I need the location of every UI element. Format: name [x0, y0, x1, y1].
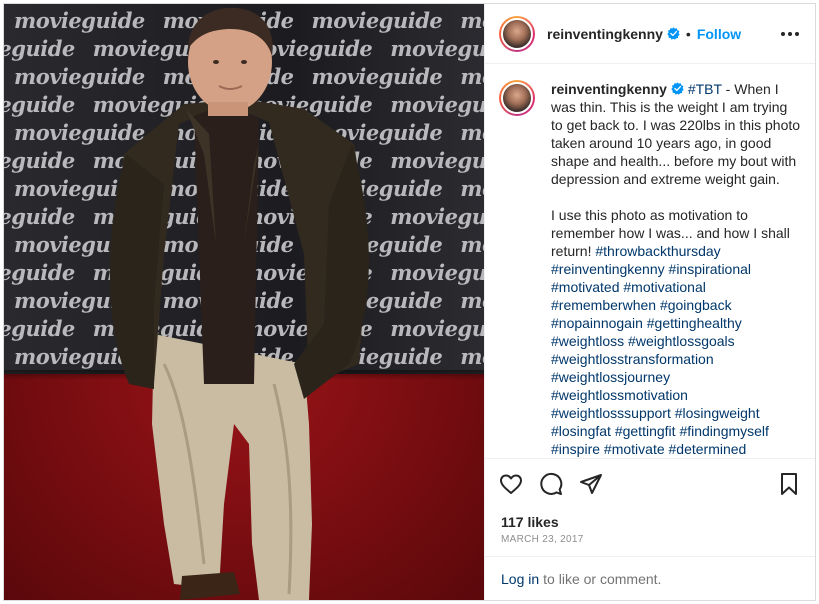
hashtag-link[interactable]: #findingmyself [679, 423, 769, 439]
post-date: MARCH 23, 2017 [501, 534, 584, 545]
hashtag-link[interactable]: #inspirational [669, 261, 752, 277]
hashtag-link[interactable]: #weightlossgoals [628, 333, 735, 349]
hashtag-link[interactable]: #rememberwhen [551, 297, 656, 313]
hashtag-link[interactable]: #weightlosstransformation [551, 351, 714, 367]
caption-username-link[interactable]: reinventingkenny [551, 81, 667, 97]
hashtag-link[interactable]: #losingfat [551, 423, 611, 439]
hashtag-link[interactable]: #motivate [604, 441, 665, 457]
hashtag-link[interactable]: #motivated [551, 279, 619, 295]
caption-text: reinventingkenny #TBT - When I was thin.… [551, 80, 801, 458]
post-side-panel: reinventingkenny • Follow reinventingken… [484, 4, 815, 600]
likes-count[interactable]: 117 likes [485, 512, 815, 532]
hashtag-link[interactable]: #weightlossjourney [551, 369, 670, 385]
post-photo[interactable]: movieguidemovieguidemovieguidemovieguide… [4, 4, 484, 600]
hashtag-link[interactable]: #weightloss [551, 333, 624, 349]
post-modal: movieguidemovieguidemovieguidemovieguide… [3, 3, 816, 601]
caption: reinventingkenny #TBT - When I was thin.… [499, 80, 801, 458]
hashtag-link[interactable]: #losingweight [675, 405, 760, 421]
username-link[interactable]: reinventingkenny [547, 26, 663, 42]
share-icon[interactable] [579, 472, 603, 496]
follow-button[interactable]: Follow [697, 26, 741, 42]
more-options-icon[interactable] [781, 31, 799, 36]
hashtag-link[interactable]: #inspire [551, 441, 600, 457]
verified-badge-icon [671, 82, 684, 95]
bookmark-icon[interactable] [777, 472, 801, 496]
hashtag-link[interactable]: #TBT [688, 81, 722, 97]
hashtag-link[interactable]: #reinventingkenny [551, 261, 665, 277]
action-bar [485, 458, 815, 508]
comment-prompt-text: to like or comment. [543, 570, 662, 587]
hashtag-link[interactable]: #gettingfit [615, 423, 676, 439]
hashtag-link[interactable]: #gettinghealthy [647, 315, 742, 331]
hashtag-link[interactable]: #throwbackthursday [595, 243, 720, 259]
hashtag-link[interactable]: #determined [669, 441, 747, 457]
heart-icon[interactable] [499, 472, 523, 496]
login-link[interactable]: Log in [501, 571, 539, 587]
hashtag-link[interactable]: #nopainnogain [551, 315, 643, 331]
hashtag-list: #throwbackthursday #reinventingkenny #in… [551, 243, 769, 457]
hashtag-link[interactable]: #motivational [623, 279, 706, 295]
caption-scroll-area[interactable]: reinventingkenny #TBT - When I was thin.… [485, 64, 815, 458]
avatar[interactable] [499, 15, 535, 52]
comment-icon[interactable] [539, 472, 563, 496]
hashtag-link[interactable]: #goingback [660, 297, 732, 313]
person-figure [109, 7, 369, 600]
verified-badge-icon [667, 27, 680, 40]
caption-avatar[interactable] [499, 80, 535, 116]
separator-dot: • [685, 25, 691, 42]
post-header: reinventingkenny • Follow [485, 4, 815, 64]
hashtag-link[interactable]: #weightlossmotivation [551, 387, 688, 403]
hashtag-link[interactable]: #weightlosssupport [551, 405, 671, 421]
comment-bar: Log in to like or comment. [485, 556, 815, 600]
